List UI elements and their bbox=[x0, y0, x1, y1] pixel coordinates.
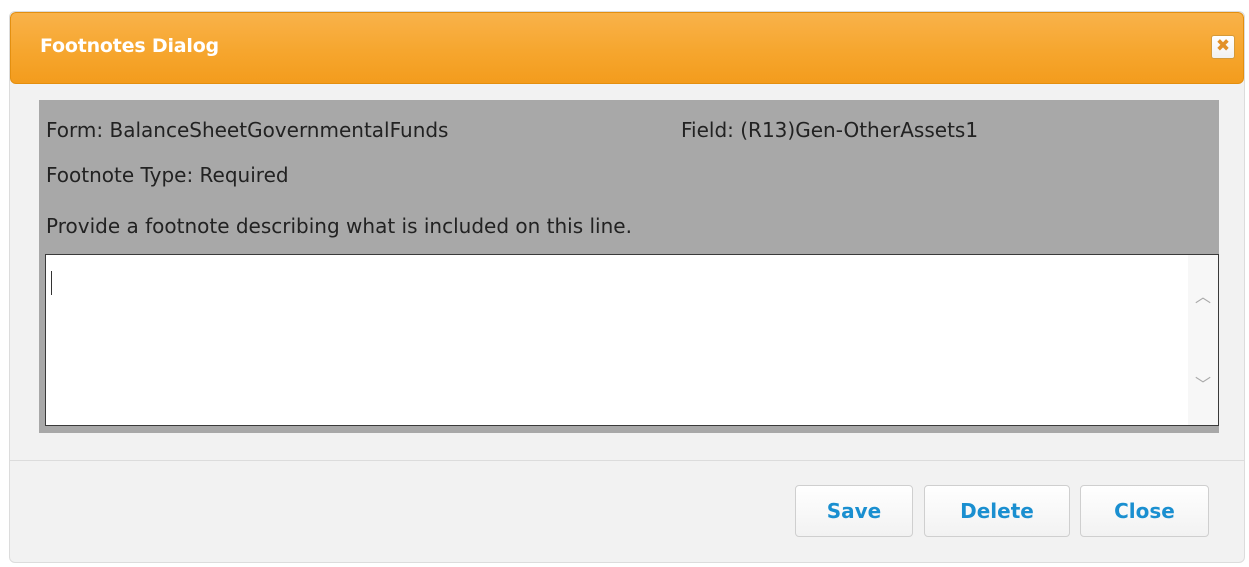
close-button[interactable]: Close bbox=[1080, 485, 1209, 537]
footnote-content-panel: Form: BalanceSheetGovernmentalFunds Fiel… bbox=[39, 100, 1219, 433]
footnote-textarea[interactable]: ︿ ﹀ bbox=[45, 254, 1219, 426]
footnote-prompt: Provide a footnote describing what is in… bbox=[46, 214, 632, 238]
scroll-down-icon[interactable]: ﹀ bbox=[1188, 371, 1218, 395]
footnotes-dialog: Footnotes Dialog ✖ Form: BalanceSheetGov… bbox=[9, 11, 1245, 563]
textarea-scrollbar[interactable]: ︿ ﹀ bbox=[1188, 255, 1218, 425]
dialog-titlebar[interactable]: Footnotes Dialog ✖ bbox=[10, 12, 1244, 84]
field-label: Field: (R13)Gen-OtherAssets1 bbox=[681, 118, 979, 142]
footnote-type-label: Footnote Type: Required bbox=[46, 163, 289, 187]
close-icon[interactable]: ✖ bbox=[1211, 35, 1235, 59]
dialog-title: Footnotes Dialog bbox=[40, 35, 219, 57]
delete-button[interactable]: Delete bbox=[924, 485, 1070, 537]
scroll-up-icon[interactable]: ︿ bbox=[1188, 283, 1218, 307]
text-caret bbox=[51, 271, 52, 295]
footer-divider bbox=[10, 460, 1244, 461]
form-label: Form: BalanceSheetGovernmentalFunds bbox=[46, 118, 449, 142]
save-button[interactable]: Save bbox=[795, 485, 913, 537]
